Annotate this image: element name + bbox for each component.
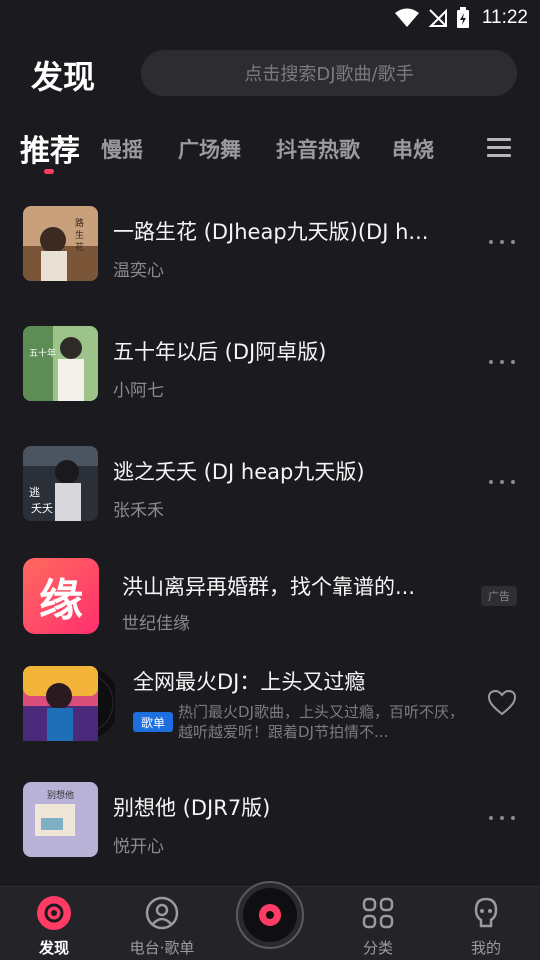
album-cover: 路 生 花 [23,206,98,281]
song-title: 别想他 (DJR7版) [113,796,271,820]
more-options-icon[interactable] [489,240,515,246]
status-time: 11:22 [481,7,528,28]
tab-slow-rock[interactable]: 慢摇 [101,134,143,164]
profile-icon [474,897,498,928]
svg-text:五十年: 五十年 [29,347,56,359]
nav-label: 电台·歌单 [129,939,195,957]
svg-text:生: 生 [75,229,84,241]
svg-text:夭夭: 夭夭 [31,502,53,515]
ad-badge: 广告 [481,586,517,606]
nav-label: 分类 [362,939,393,957]
more-options-icon[interactable] [489,816,515,822]
nav-label: 发现 [38,939,69,957]
playlist-title: 全网最火DJ：上头又过瘾 [133,670,366,694]
nav-radio-playlist[interactable]: 电台·歌单 [112,895,212,958]
list-item[interactable]: 五十年 五十年以后 (DJ阿卓版) 小阿七 [0,306,540,426]
no-signal-icon [428,8,447,27]
nav-category[interactable]: 分类 [328,895,428,958]
category-tabs: 推荐 慢摇 广场舞 抖音热歌 串烧 [0,122,540,178]
more-options-icon[interactable] [489,360,515,366]
list-item[interactable]: 逃 夭夭 逃之夭夭 (DJ heap九天版) 张禾禾 [0,426,540,546]
song-title: 逃之夭夭 (DJ heap九天版) [113,460,365,484]
tab-recommend[interactable]: 推荐 [20,126,80,170]
more-options-icon[interactable] [489,480,515,486]
ad-item[interactable]: 缘 洪山离异再婚群，找个靠谱的... 世纪佳缘 [0,546,540,666]
album-cover: 五十年 [23,326,98,401]
svg-text:花: 花 [75,241,84,253]
list-item[interactable]: 别想他 别想他 (DJR7版) 悦开心 [0,762,540,882]
search-input[interactable]: 点击搜索DJ歌曲/歌手 [141,50,517,96]
song-artist: 张禾禾 [113,501,164,521]
header: 发现 点击搜索DJ歌曲/歌手 [0,50,540,98]
song-title: 五十年以后 (DJ阿卓版) [113,340,327,364]
bottom-nav: 发现 电台·歌单 分类 我的 [0,881,540,960]
page-title: 发现 [31,58,96,96]
grid-icon [362,897,394,929]
svg-text:路: 路 [75,217,84,229]
song-title: 一路生花 (DJheap九天版)(DJ h... [113,220,429,244]
song-artist: 温奕心 [113,261,164,281]
discover-icon [37,896,71,930]
list-item[interactable]: 路 生 花 一路生花 (DJheap九天版)(DJ h... 温奕心 [0,186,540,306]
nav-mine[interactable]: 我的 [436,895,536,958]
heart-icon[interactable] [488,690,516,716]
playlist-description: 热门最火DJ歌曲，上头又过瘾，百听不厌，越听越爱听！跟着DJ节拍情不... [178,703,464,741]
battery-charging-icon [456,7,469,28]
ad-logo: 缘 [23,558,99,634]
wifi-icon [394,8,419,27]
svg-text:别想他: 别想他 [47,789,74,801]
tab-douyin-hits[interactable]: 抖音热歌 [276,134,360,164]
ad-logo-text: 缘 [39,575,83,626]
tab-active-indicator [44,169,54,174]
album-cover: 逃 夭夭 [23,446,98,521]
radio-icon [145,896,179,930]
song-artist: 悦开心 [113,837,164,857]
nav-discover[interactable]: 发现 [4,895,104,958]
svg-text:逃: 逃 [29,486,40,499]
search-placeholder: 点击搜索DJ歌曲/歌手 [244,64,414,85]
playlist-tag: 歌单 [133,712,173,732]
tab-medley[interactable]: 串烧 [392,134,434,164]
menu-icon[interactable] [485,135,513,159]
album-cover: 别想他 [23,782,98,857]
song-artist: 小阿七 [113,381,164,401]
tab-square-dance[interactable]: 广场舞 [178,134,241,164]
nav-label: 我的 [470,939,501,957]
status-bar: 11:22 [0,0,540,36]
playlist-cover [23,666,115,741]
now-playing-disc-icon[interactable] [236,881,304,949]
ad-title: 洪山离异再婚群，找个靠谱的... [122,575,416,599]
ad-source: 世纪佳缘 [122,614,190,634]
